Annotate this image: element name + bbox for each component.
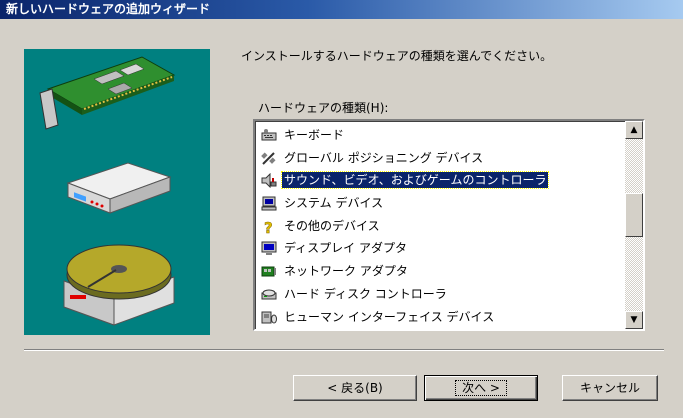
scroll-down-button[interactable]: ▼ bbox=[625, 311, 643, 329]
window-title: 新しいハードウェアの追加ウィザード bbox=[6, 2, 211, 16]
back-button-label: < 戻る(B) bbox=[327, 381, 383, 395]
hid-icon bbox=[261, 310, 277, 325]
list-item-label: ネットワーク アダプタ bbox=[284, 264, 408, 279]
hard-disk-platter-icon bbox=[63, 244, 175, 326]
keyboard-icon bbox=[261, 128, 277, 143]
scroll-thumb[interactable] bbox=[625, 193, 643, 237]
list-item-label: ハード ディスク コントローラ bbox=[284, 286, 447, 301]
list-item[interactable]: ディスプレイ アダプタ bbox=[258, 237, 621, 260]
list-item-label: サウンド、ビデオ、およびゲームのコントローラ bbox=[280, 171, 550, 190]
list-item[interactable]: システム デバイス bbox=[258, 192, 621, 215]
network-card-icon bbox=[261, 264, 277, 279]
list-item-label: キーボード bbox=[284, 128, 345, 142]
cancel-button-label: キャンセル bbox=[579, 381, 640, 395]
satellite-icon bbox=[261, 151, 277, 166]
list-item-label: その他のデバイス bbox=[284, 218, 380, 233]
scroll-up-button[interactable]: ▲ bbox=[625, 121, 643, 139]
list-item[interactable]: グローバル ポジショニング デバイス bbox=[258, 147, 621, 170]
hardware-type-items: キーボードグローバル ポジショニング デバイスサウンド、ビデオ、およびゲームのコ… bbox=[258, 124, 621, 328]
expansion-card-icon bbox=[39, 56, 176, 130]
monitor-icon bbox=[261, 241, 277, 256]
list-item[interactable]: サウンド、ビデオ、およびゲームのコントローラ bbox=[258, 169, 621, 192]
svg-text:?: ? bbox=[264, 219, 273, 234]
title-bar[interactable]: 新しいハードウェアの追加ウィザード bbox=[0, 0, 683, 19]
vertical-scrollbar[interactable]: ▲ ▼ bbox=[625, 121, 643, 329]
computer-icon bbox=[261, 196, 277, 211]
list-item-label: システム デバイス bbox=[284, 196, 384, 211]
list-item-label: ヒューマン インターフェイス デバイス bbox=[284, 309, 495, 324]
hardware-type-listbox[interactable]: キーボードグローバル ポジショニング デバイスサウンド、ビデオ、およびゲームのコ… bbox=[253, 119, 645, 331]
back-button[interactable]: < 戻る(B) bbox=[293, 375, 417, 401]
cancel-button[interactable]: キャンセル bbox=[562, 375, 658, 401]
list-item[interactable]: ヒューマン インターフェイス デバイス bbox=[258, 306, 621, 329]
list-item[interactable]: ? その他のデバイス bbox=[258, 215, 621, 238]
instruction-text: インストールするハードウェアの種類を選んでください。 bbox=[241, 49, 553, 63]
list-item[interactable]: ネットワーク アダプタ bbox=[258, 260, 621, 283]
speaker-joystick-icon bbox=[261, 173, 277, 189]
button-separator bbox=[24, 349, 664, 351]
list-item-label: ディスプレイ アダプタ bbox=[284, 241, 407, 256]
next-button[interactable]: 次へ > bbox=[424, 375, 538, 401]
list-item[interactable]: ハード ディスク コントローラ bbox=[258, 283, 621, 306]
hard-disk-icon bbox=[261, 287, 277, 302]
list-item-label: グローバル ポジショニング デバイス bbox=[284, 150, 484, 165]
modem-icon bbox=[66, 162, 172, 214]
wizard-illustration bbox=[24, 49, 210, 335]
list-item[interactable]: キーボード bbox=[258, 124, 621, 147]
hardware-type-label: ハードウェアの種類(H): bbox=[258, 101, 389, 115]
question-icon: ? bbox=[261, 219, 277, 238]
next-button-label: 次へ > bbox=[455, 380, 507, 396]
wizard-window: 新しいハードウェアの追加ウィザード インストールするハードウェアの種類を選んでく… bbox=[0, 0, 683, 418]
